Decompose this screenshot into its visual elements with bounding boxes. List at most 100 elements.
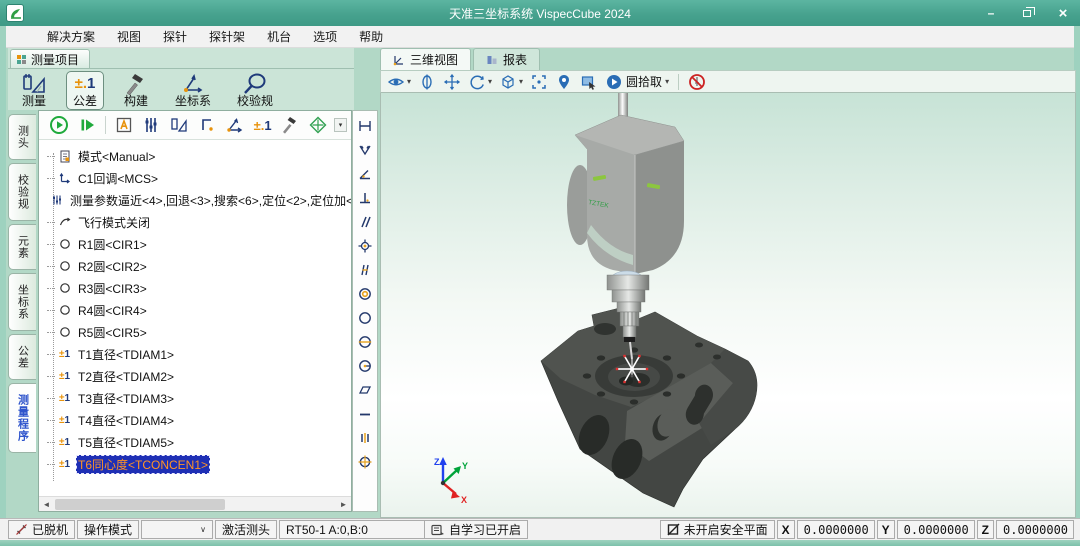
diameter-icon[interactable] xyxy=(357,333,374,350)
chevron-down-icon xyxy=(200,525,206,534)
step-run-button[interactable] xyxy=(75,113,99,137)
tree-item-circle-r5[interactable]: R5圆<CIR5> xyxy=(39,321,351,343)
workpiece[interactable] xyxy=(541,308,757,507)
tree-item-circle-r4[interactable]: R4圆<CIR4> xyxy=(39,299,351,321)
menu-probe[interactable]: 探针 xyxy=(152,26,198,48)
symmetry-slant-icon[interactable] xyxy=(357,261,374,278)
flatness-icon[interactable] xyxy=(357,381,374,398)
tree-item-tdiam2[interactable]: T2直径<TDIAM2> xyxy=(39,365,351,387)
construct-button[interactable] xyxy=(278,113,302,137)
measure-project-panel-header: 测量项目 测量 公差 构建 xyxy=(8,48,354,110)
self-learn-label: 自学习已开启 xyxy=(449,521,521,538)
symmetry-icon[interactable] xyxy=(357,429,374,446)
active-probe-select[interactable]: RT50-1 A:0,B:0 xyxy=(279,520,437,539)
x-coordinate-value: 0.0000000 xyxy=(797,520,875,539)
scrollbar-thumb[interactable] xyxy=(55,499,225,510)
measure-tool-button[interactable]: 测量 xyxy=(14,71,54,110)
params-icon xyxy=(49,193,64,207)
tree-item-tdiam4[interactable]: T4直径<TDIAM4> xyxy=(39,409,351,431)
menu-solution[interactable]: 解决方案 xyxy=(36,26,106,48)
orbit-button[interactable] xyxy=(418,73,436,91)
op-mode-select[interactable] xyxy=(141,520,213,539)
view-cube-button[interactable] xyxy=(499,73,523,91)
tab-probe[interactable]: 测头 xyxy=(8,114,36,160)
distance-icon[interactable] xyxy=(357,117,374,134)
tree-item-circle-r1[interactable]: R1圆<CIR1> xyxy=(39,233,351,255)
3d-scene[interactable]: TZTEK xyxy=(381,93,1075,516)
horizontal-scrollbar[interactable]: ◄ ► xyxy=(39,496,351,511)
straightness-icon[interactable] xyxy=(357,405,374,422)
tree-item-tdiam3[interactable]: T3直径<TDIAM3> xyxy=(39,387,351,409)
menu-bar: 解决方案 视图 探针 探针架 机台 选项 帮助 xyxy=(6,26,1074,48)
restore-button[interactable] xyxy=(1020,6,1034,20)
minimize-button[interactable] xyxy=(984,6,998,20)
menu-view[interactable]: 视图 xyxy=(106,26,152,48)
measure-params-button[interactable] xyxy=(139,113,163,137)
tab-report[interactable]: 报表 xyxy=(473,48,540,70)
perpendicularity-icon[interactable] xyxy=(357,189,374,206)
visibility-button[interactable] xyxy=(387,73,411,91)
tree-item-tdiam5[interactable]: T5直径<TDIAM5> xyxy=(39,431,351,453)
x-axis-label: X xyxy=(777,520,795,539)
tab-gauge[interactable]: 校验规 xyxy=(8,163,36,221)
locate-button[interactable] xyxy=(555,73,573,91)
safety-plane-status[interactable]: 未开启安全平面 xyxy=(660,520,775,539)
tree-item-circle-r2[interactable]: R2圆<CIR2> xyxy=(39,255,351,277)
tab-3d-view[interactable]: 三维视图 xyxy=(380,48,471,70)
construct-tool-button[interactable]: 构建 xyxy=(116,71,156,110)
probe-stop-button[interactable] xyxy=(688,73,706,91)
menu-help[interactable]: 帮助 xyxy=(348,26,394,48)
toolbar-overflow-button[interactable] xyxy=(334,118,347,132)
menu-probe-rack[interactable]: 探针架 xyxy=(198,26,256,48)
tolerance-button[interactable] xyxy=(251,113,275,137)
tree-item-circle-r3[interactable]: R3圆<CIR3> xyxy=(39,277,351,299)
auto-label-button[interactable] xyxy=(112,113,136,137)
pan-button[interactable] xyxy=(443,73,461,91)
tab-measure-program[interactable]: 测量程序 xyxy=(8,383,36,453)
cube-icon xyxy=(499,73,517,91)
menu-machine[interactable]: 机台 xyxy=(256,26,302,48)
tree-item-fly-mode[interactable]: 飞行模式关闭 xyxy=(39,211,351,233)
close-button[interactable] xyxy=(1056,6,1070,20)
tab-elements[interactable]: 元素 xyxy=(8,224,36,270)
viewport-3d[interactable]: TZTEK xyxy=(380,93,1076,518)
tab-tolerance[interactable]: 公差 xyxy=(8,334,36,380)
concentricity-icon[interactable] xyxy=(357,285,374,302)
gauge-tool-button[interactable]: 校验规 xyxy=(230,71,280,110)
circle-pick-button[interactable]: 圆拾取 xyxy=(605,73,669,91)
zoom-fit-button[interactable] xyxy=(530,73,548,91)
run-button[interactable] xyxy=(47,113,71,137)
tree-item-tdiam1[interactable]: T1直径<TDIAM1> xyxy=(39,343,351,365)
window-select-button[interactable] xyxy=(580,73,598,91)
self-learn-status[interactable]: 自学习已开启 xyxy=(424,520,528,539)
tab-coordinate-system[interactable]: 坐标系 xyxy=(8,273,36,331)
tree-item-recall[interactable]: C1回调<MCS> xyxy=(39,167,351,189)
angle-icon[interactable] xyxy=(357,165,374,182)
scroll-left-arrow[interactable]: ◄ xyxy=(39,497,54,511)
main-toolbar: 测量 公差 构建 坐标系 校验规 xyxy=(14,71,280,109)
measure-button[interactable] xyxy=(167,113,191,137)
orbit-icon xyxy=(418,73,436,91)
tolerance-tool-button[interactable]: 公差 xyxy=(66,71,104,110)
tree-item-mode[interactable]: 模式<Manual> xyxy=(39,145,351,167)
radius-icon[interactable] xyxy=(357,357,374,374)
tab-measure-project[interactable]: 测量项目 xyxy=(10,49,90,68)
angularity-icon[interactable] xyxy=(357,141,374,158)
coordinate-tool-button[interactable]: 坐标系 xyxy=(168,71,218,110)
position-icon[interactable] xyxy=(357,453,374,470)
coordinate-button[interactable] xyxy=(223,113,247,137)
position-point-icon[interactable] xyxy=(357,237,374,254)
scroll-right-arrow[interactable]: ► xyxy=(336,497,351,511)
roundness-icon[interactable] xyxy=(357,309,374,326)
plane-button[interactable] xyxy=(306,113,330,137)
menu-options[interactable]: 选项 xyxy=(302,26,348,48)
parallelism-icon[interactable] xyxy=(357,213,374,230)
tree-item-measure-params[interactable]: 测量参数逼近<4>,回退<3>,搜索<6>,定位<2>,定位加<2>,测 xyxy=(39,189,351,211)
coordinate-axes-icon xyxy=(180,73,206,95)
rotate-view-button[interactable] xyxy=(468,73,492,91)
safety-plane-label: 未开启安全平面 xyxy=(684,521,768,538)
tree-item-tconcen1-selected[interactable]: T6同心度<TCONCEN1> xyxy=(39,453,351,475)
play-circle-icon xyxy=(605,73,623,91)
tolerance-icon xyxy=(57,347,72,361)
corner-button[interactable] xyxy=(195,113,219,137)
